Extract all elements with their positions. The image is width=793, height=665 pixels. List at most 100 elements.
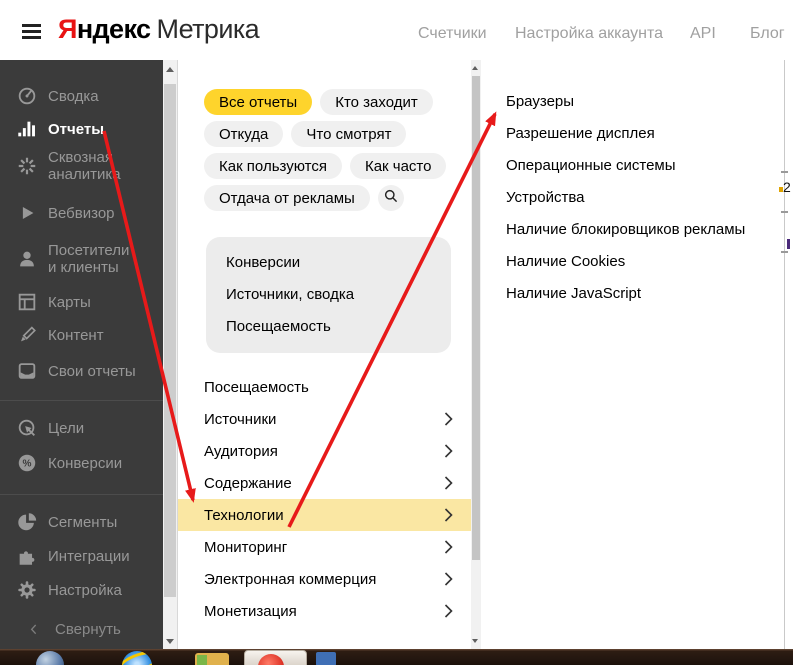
chevron-right-icon [444,604,453,618]
folder-icon[interactable] [195,653,229,665]
sidebar-item-segments[interactable]: Сегменты [0,510,163,534]
menu-item-technologies[interactable]: Технологии [178,499,472,531]
topbar: Яндекс Метрика Счетчики Настройка аккаунт… [0,0,793,60]
menu-item-sources[interactable]: Источники [178,403,472,435]
chevron-right-icon [444,572,453,586]
submenu-item-operating-systems[interactable]: Операционные системы [481,149,784,181]
report-filter-chips: Все отчеты Кто заходит Откуда Что смотря… [204,89,454,217]
search-icon [383,188,399,208]
sidebar-item-content[interactable]: Контент [0,323,163,347]
chevron-right-icon [444,412,453,426]
submenu-item-display-resolution[interactable]: Разрешение дисплея [481,117,784,149]
submenu-item-cookies[interactable]: Наличие Cookies [481,245,784,277]
submenu-scrollbar[interactable] [471,60,481,649]
sidebar-item-cross-analytics[interactable]: Сквозная аналитика [0,146,163,186]
sidebar-item-goals[interactable]: Цели [0,416,163,440]
logo-yandex: ндекс [76,14,151,44]
search-chip[interactable] [377,185,404,211]
nav-account-settings[interactable]: Настройка аккаунта [515,25,663,43]
menu-item-label: Источники [204,410,277,428]
sidebar-item-integrations[interactable]: Интеграции [0,544,163,568]
submenu-item-label: Разрешение дисплея [506,124,655,142]
filter-chip-what-they-view[interactable]: Что смотрят [291,121,407,147]
clipped-number-fragment: 2 [783,179,791,195]
svg-text:%: % [23,459,32,470]
hamburger-menu-icon[interactable] [22,24,41,39]
sidebar-item-label: Сводка [48,87,99,105]
taskbar-browser-icon[interactable] [36,651,64,665]
submenu-item-label: Наличие JavaScript [506,284,642,302]
sidebar-item-conversions[interactable]: % Конверсии [0,451,163,475]
scrollbar-thumb[interactable] [472,76,480,560]
pie-icon [15,510,39,534]
sidebar-item-settings[interactable]: Настройка [0,578,163,602]
page-edge-divider [784,60,785,649]
quick-link-traffic[interactable]: Посещаемость [226,311,451,343]
submenu-item-javascript[interactable]: Наличие JavaScript [481,277,784,309]
filter-chip-who-visits[interactable]: Кто заходит [320,89,433,115]
scroll-down-icon[interactable] [472,639,478,643]
puzzle-icon [15,544,39,568]
sidebar-collapse-button[interactable]: Свернуть [0,617,163,641]
page-scrollbar[interactable] [163,60,177,649]
clipped-color-fragment [787,239,790,249]
sidebar-item-label: Карты [48,293,91,311]
nav-counters[interactable]: Счетчики [418,25,487,43]
scroll-down-icon[interactable] [166,639,174,644]
scroll-up-icon[interactable] [166,67,174,72]
filter-chip-from-where[interactable]: Откуда [204,121,284,147]
chevron-left-icon [22,617,46,641]
quick-link-conversions[interactable]: Конверсии [226,247,451,279]
filter-chip-ad-return[interactable]: Отдача от рекламы [204,185,370,211]
monitor-icon [15,359,39,383]
nav-api[interactable]: API [690,25,716,43]
sidebar-item-my-reports[interactable]: Свои отчеты [0,359,163,383]
sidebar-item-summary[interactable]: Сводка [0,84,163,108]
sidebar-item-visitors[interactable]: Посетители и клиенты [0,239,163,279]
menu-item-traffic[interactable]: Посещаемость [178,371,472,403]
submenu-item-browsers[interactable]: Браузеры [481,85,784,117]
yandex-metrica-logo[interactable]: Яндекс Метрика [58,14,260,45]
sidebar-item-maps[interactable]: Карты [0,290,163,314]
opera-icon [258,654,284,665]
menu-item-content[interactable]: Содержание [178,467,472,499]
menu-item-label: Монетизация [204,602,297,620]
speedometer-icon [15,84,39,108]
sidebar-item-label: Цели [48,419,85,437]
filter-chip-how-they-use[interactable]: Как пользуются [204,153,342,179]
sidebar-collapse-label: Свернуть [55,620,121,638]
target-icon [15,416,39,440]
sidebar-item-label: Свои отчеты [48,362,136,380]
sidebar-divider [0,400,163,401]
gear-icon [15,578,39,602]
sidebar-divider [0,494,163,495]
technology-submenu-panel: Браузеры Разрешение дисплея Операционные… [481,60,784,649]
sidebar-item-reports[interactable]: Отчеты [0,117,163,141]
sidebar-item-label: Настройка [48,581,122,599]
sidebar-item-webvisor[interactable]: Вебвизор [0,201,163,225]
filter-chip-how-often[interactable]: Как часто [349,153,447,179]
sidebar-item-label: Вебвизор [48,204,115,222]
scroll-up-icon[interactable] [472,66,478,70]
submenu-item-adblockers[interactable]: Наличие блокировщиков рекламы [481,213,784,245]
internet-explorer-icon[interactable] [122,651,152,665]
submenu-item-label: Устройства [506,188,585,206]
logo-initial: Я [58,14,77,44]
quick-link-sources-summary[interactable]: Источники, сводка [226,279,451,311]
menu-item-monitoring[interactable]: Мониторинг [178,531,472,563]
edge-tick [781,251,788,253]
scrollbar-thumb[interactable] [164,84,176,597]
menu-item-label: Посещаемость [204,378,309,396]
submenu-item-label: Браузеры [506,92,575,110]
menu-item-ecommerce[interactable]: Электронная коммерция [178,563,472,595]
menu-item-audience[interactable]: Аудитория [178,435,472,467]
menu-item-monetization[interactable]: Монетизация [178,595,472,627]
taskbar-app-icon[interactable] [316,652,336,665]
filter-chip-all-reports[interactable]: Все отчеты [204,89,313,115]
submenu-item-devices[interactable]: Устройства [481,181,784,213]
play-icon [15,201,39,225]
menu-item-label: Мониторинг [204,538,288,556]
active-task-button[interactable] [244,650,307,665]
person-icon [15,247,39,271]
nav-blog[interactable]: Блог [750,25,785,43]
